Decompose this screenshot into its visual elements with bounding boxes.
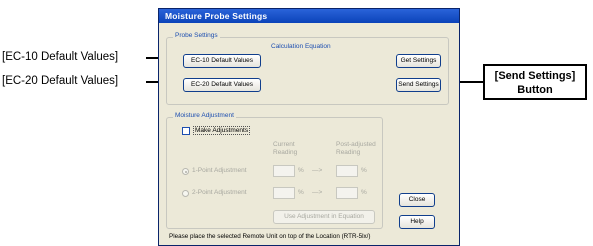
current-reading-label-line2: Reading (273, 149, 298, 156)
post-adjusted-reading-label-line1: Post-adjusted (336, 141, 376, 148)
unit-percent-2: % (361, 167, 367, 174)
close-button[interactable]: Close (399, 193, 435, 207)
probe-settings-label: Probe Settings (173, 32, 220, 39)
ec10-default-values-button[interactable]: EC-10 Default Values (183, 54, 261, 68)
one-point-adjustment-radio[interactable] (182, 168, 189, 175)
probe-settings-group: Probe Settings EC-10 Default Values EC-2… (166, 32, 449, 105)
moisture-adjustment-label: Moisture Adjustment (173, 112, 236, 119)
two-point-adjustment-radio[interactable] (182, 190, 189, 197)
callout-send-settings-button: [Send Settings] Button (483, 64, 587, 100)
two-point-adjustment-label: 2-Point Adjustment (192, 189, 247, 196)
unit-percent-4: % (361, 189, 367, 196)
post-adjusted-reading-label-line2: Reading (336, 149, 361, 156)
make-adjustments-checkbox[interactable] (182, 127, 190, 135)
current-reading-label-line1: Current (273, 141, 295, 148)
use-adjustment-in-equation-button[interactable]: Use Adjustment in Equation (273, 210, 375, 224)
callout-ec20-default-values: [EC-20 Default Values] (2, 75, 119, 87)
moisture-probe-settings-window: Moisture Probe Settings Probe Settings E… (158, 8, 460, 246)
calculation-equation-label: Calculation Equation (271, 43, 331, 50)
unit-percent-3: % (298, 189, 304, 196)
callout-send-settings-line2: Button (517, 84, 553, 96)
moisture-adjustment-group: Moisture Adjustment Make Adjustments Cur… (166, 112, 383, 229)
ec20-default-values-button[interactable]: EC-20 Default Values (183, 78, 261, 92)
current-reading-field-1[interactable] (273, 165, 295, 177)
post-adjusted-field-1[interactable] (336, 165, 358, 177)
unit-percent-1: % (298, 167, 304, 174)
one-point-adjustment-label: 1-Point Adjustment (192, 167, 247, 174)
post-adjusted-field-2[interactable] (336, 187, 358, 199)
arrow-1: —> (312, 167, 323, 174)
status-message: Please place the selected Remote Unit on… (169, 233, 371, 240)
help-button[interactable]: Help (399, 215, 435, 229)
window-title: Moisture Probe Settings (159, 9, 459, 23)
current-reading-field-2[interactable] (273, 187, 295, 199)
get-settings-button[interactable]: Get Settings (396, 54, 441, 68)
send-settings-button[interactable]: Send Settings (396, 78, 441, 92)
arrow-2: —> (312, 189, 323, 196)
callout-send-settings-line1: [Send Settings] (494, 70, 576, 82)
make-adjustments-label[interactable]: Make Adjustments (193, 126, 251, 135)
callout-ec10-default-values: [EC-10 Default Values] (2, 51, 119, 63)
